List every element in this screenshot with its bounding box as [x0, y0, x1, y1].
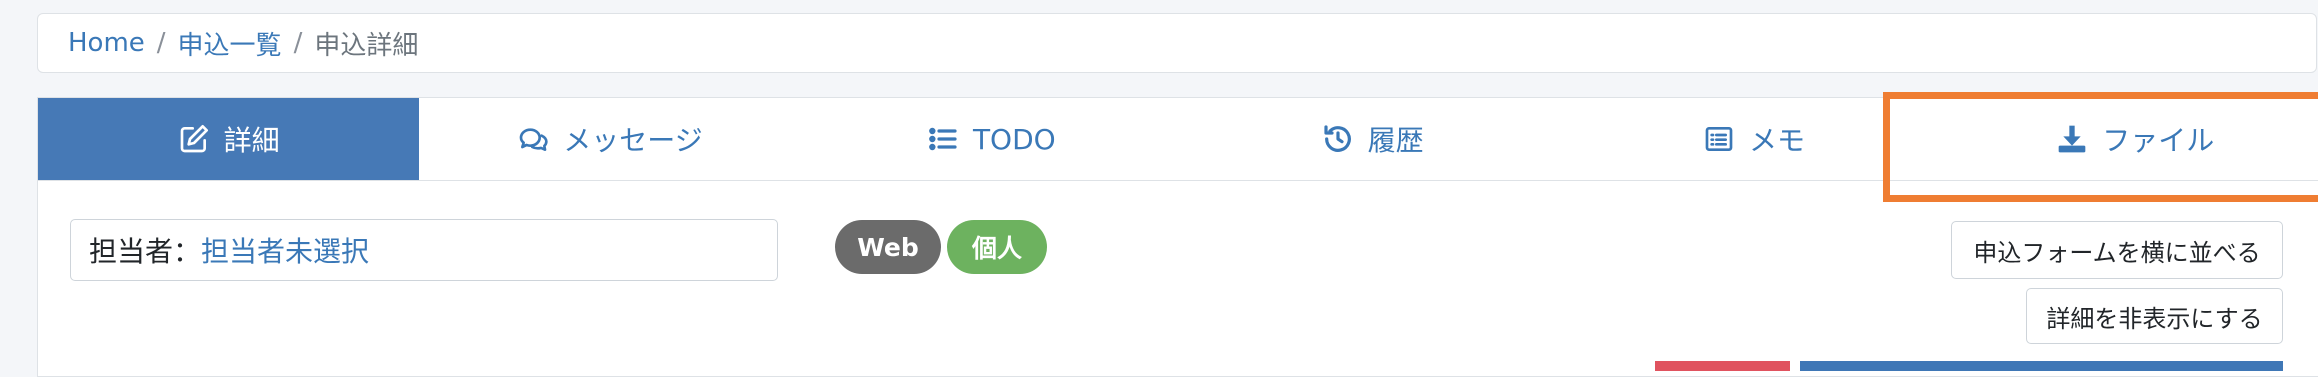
partial-button-blue[interactable] [1800, 361, 2283, 371]
edit-icon [180, 125, 208, 153]
assignee-field: 担当者： 担当者未選択 [70, 219, 778, 281]
breadcrumb-separator: / [156, 28, 166, 58]
partial-button-red[interactable] [1655, 361, 1790, 371]
download-icon [2058, 125, 2086, 153]
breadcrumb-home-link[interactable]: Home [68, 28, 145, 58]
breadcrumb-list-link[interactable]: 申込一覧 [178, 25, 282, 62]
comments-icon [519, 128, 548, 151]
tab-details[interactable]: 詳細 [38, 98, 420, 180]
tab-label: メモ [1748, 124, 1805, 157]
tab-label: ファイル [2102, 124, 2215, 157]
assignee-select-link[interactable]: 担当者未選択 [201, 230, 369, 270]
assignee-label: 担当者： [89, 235, 202, 268]
history-icon [1324, 125, 1351, 152]
tab-messages[interactable]: メッセージ [419, 98, 800, 180]
application-detail-card: 詳細 メッセージ TODO 履歴 メモ ファイル 担当者： 担当者未選択 Web… [37, 97, 2318, 377]
breadcrumb: Home / 申込一覧 / 申込詳細 [37, 13, 2317, 73]
side-by-side-form-button[interactable]: 申込フォームを横に並べる [1951, 221, 2283, 279]
tab-bar: 詳細 メッセージ TODO 履歴 メモ ファイル [38, 98, 2318, 181]
tab-label: 履歴 [1367, 124, 1424, 157]
memo-icon [1705, 127, 1733, 151]
list-icon [929, 127, 957, 151]
tab-history[interactable]: 履歴 [1182, 98, 1563, 180]
hide-details-button[interactable]: 詳細を非表示にする [2026, 288, 2283, 344]
tab-todo[interactable]: TODO [801, 98, 1182, 180]
tab-memo[interactable]: メモ [1563, 98, 1944, 180]
breadcrumb-current: 申込詳細 [314, 30, 419, 61]
tab-label: メッセージ [563, 124, 703, 157]
tab-label: TODO [972, 122, 1056, 156]
tab-files[interactable]: ファイル [1945, 98, 2318, 180]
breadcrumb-separator: / [293, 28, 303, 58]
tab-label: 詳細 [223, 124, 280, 157]
channel-badge: Web [835, 220, 941, 274]
applicant-type-badge: 個人 [947, 220, 1047, 274]
